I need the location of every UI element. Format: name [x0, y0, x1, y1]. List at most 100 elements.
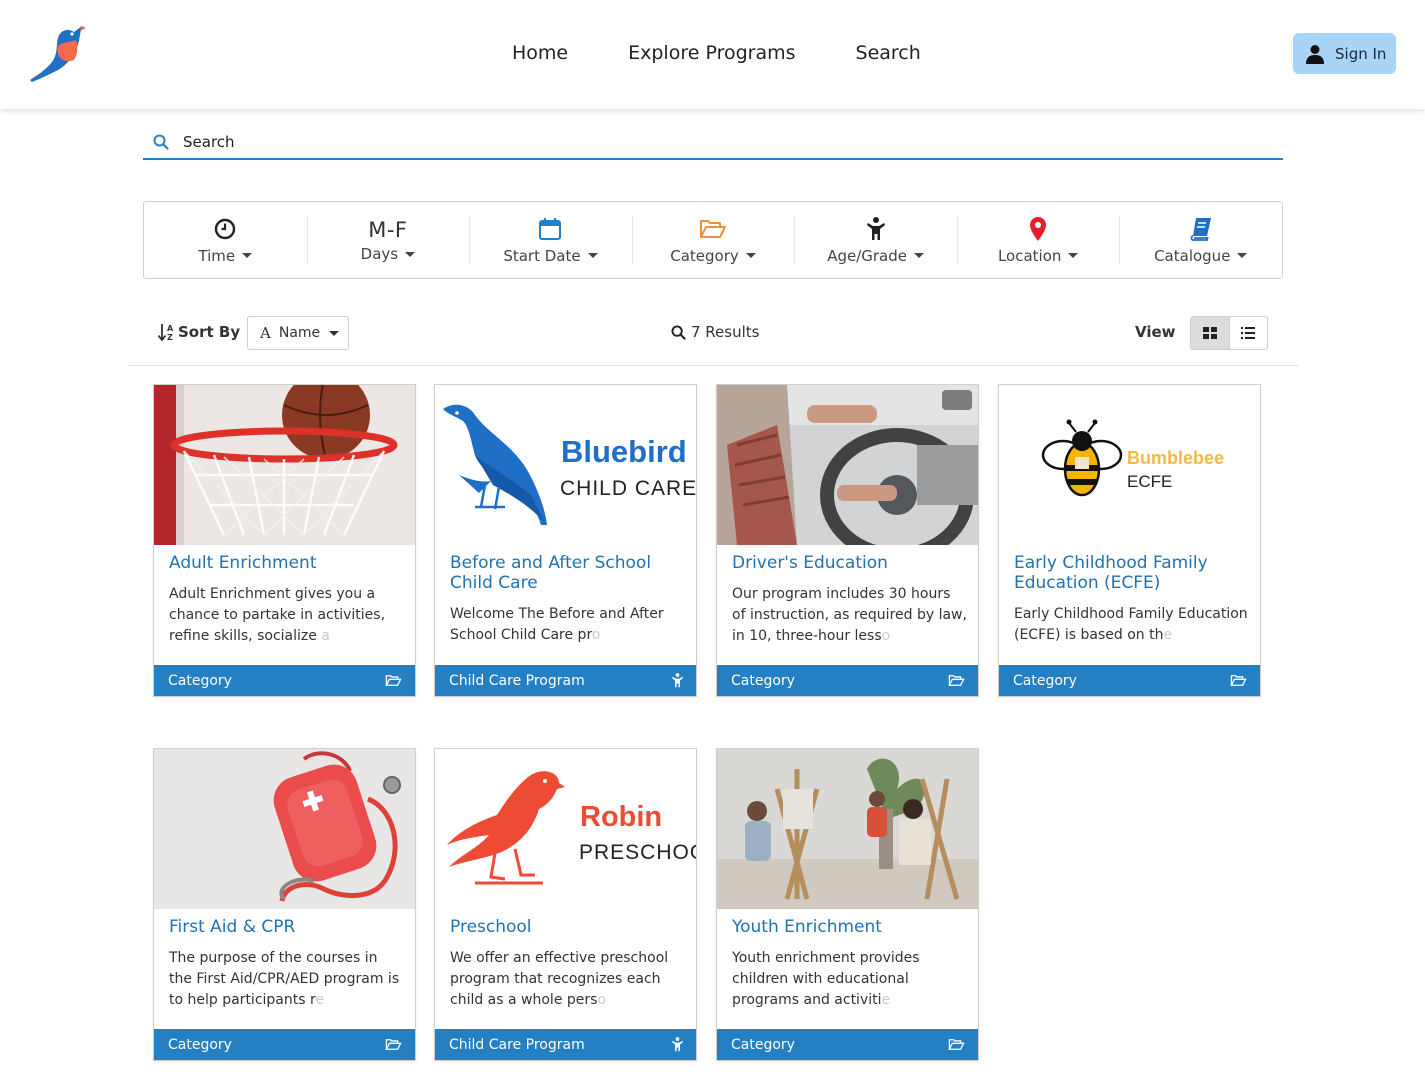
nav-search[interactable]: Search [856, 42, 921, 64]
basketball-hoop-image [154, 385, 415, 545]
program-card-first-aid-cpr[interactable]: First Aid & CPR The purpose of the cours… [153, 748, 416, 1061]
filter-start-date[interactable]: Start Date [469, 202, 632, 278]
card-title[interactable]: Driver's Education [732, 553, 967, 573]
filter-location-label: Location [997, 246, 1062, 265]
grid-view-button[interactable] [1191, 317, 1230, 349]
sort-alpha-icon: A Z [158, 324, 174, 341]
program-card-before-after-school[interactable]: Bluebird CHILD CARE Before and After Sch… [434, 384, 697, 697]
filter-days[interactable]: M-F Days [306, 202, 470, 278]
card-title[interactable]: Early Childhood Family Education (ECFE) [1014, 553, 1249, 593]
list-icon [1241, 327, 1256, 339]
card-footer[interactable]: Category [154, 1029, 415, 1060]
program-card-ecfe[interactable]: Bumblebee ECFE Early Childhood Family Ed… [998, 384, 1261, 697]
user-icon [1306, 44, 1324, 64]
main-nav: Home Explore Programs Search [512, 42, 981, 64]
logo-text-secondary: ECFE [1127, 472, 1172, 491]
card-description: We offer an effective preschool program … [450, 950, 669, 1008]
card-description: Our program includes 30 hours of instruc… [732, 586, 967, 644]
child-icon [866, 216, 885, 240]
folder-open-icon [948, 1039, 965, 1050]
days-icon-text: M-F [368, 218, 408, 242]
program-card-youth-enrichment[interactable]: Youth Enrichment Youth enrichment provid… [716, 748, 979, 1061]
logo-text-primary: Bumblebee [1127, 448, 1224, 468]
folder-open-icon [385, 1039, 402, 1050]
card-description: Adult Enrichment gives you a chance to p… [169, 586, 386, 644]
card-description: Welcome The Before and After School Chil… [450, 606, 664, 643]
robin-preschool-logo-image: Robin PRESCHOO [435, 749, 696, 909]
art-class-image [717, 749, 978, 909]
logo-text-secondary: CHILD CARE [560, 477, 696, 500]
card-footer[interactable]: Category [154, 665, 415, 696]
card-footer-label: Child Care Program [449, 1036, 585, 1053]
card-description: The purpose of the courses in the First … [169, 950, 400, 1008]
child-icon [672, 1037, 683, 1052]
filter-age-grade[interactable]: Age/Grade [794, 202, 957, 278]
card-footer-label: Category [168, 1036, 232, 1053]
calendar-icon [539, 217, 562, 240]
top-header: Home Explore Programs Search Sign In [0, 0, 1425, 109]
results-count-text: 7 Results [691, 323, 760, 341]
card-description: Early Childhood Family Education (ECFE) … [1014, 606, 1248, 643]
card-title[interactable]: Before and After School Child Care [450, 553, 685, 593]
filter-location[interactable]: Location [956, 202, 1120, 278]
card-footer-label: Child Care Program [449, 672, 585, 689]
sort-select[interactable]: A Name [247, 316, 349, 350]
driving-car-image [717, 385, 978, 545]
view-toggle [1190, 316, 1268, 350]
filter-category[interactable]: Category [631, 202, 795, 278]
font-icon: A [260, 324, 271, 342]
sort-select-value: Name [278, 325, 321, 341]
card-footer[interactable]: Child Care Program [435, 665, 696, 696]
logo-text-primary: Bluebird [561, 434, 687, 469]
view-label: View [1135, 323, 1176, 341]
bluebird-child-care-logo-image: Bluebird CHILD CARE [435, 385, 696, 545]
card-footer[interactable]: Category [717, 665, 978, 696]
card-title[interactable]: Youth Enrichment [732, 917, 967, 937]
map-pin-icon [1030, 216, 1047, 241]
search-icon [153, 134, 169, 150]
card-title[interactable]: First Aid & CPR [169, 917, 404, 937]
results-toolbar: A Z Sort By A Name 7 Results View [128, 313, 1298, 366]
card-footer-label: Category [731, 672, 795, 689]
folder-open-icon [385, 675, 402, 686]
filter-age-grade-label: Age/Grade [827, 246, 907, 265]
search-input[interactable] [183, 132, 1083, 151]
program-card-adult-enrichment[interactable]: Adult Enrichment Adult Enrichment gives … [153, 384, 416, 697]
card-title[interactable]: Adult Enrichment [169, 553, 404, 573]
folder-open-icon [948, 675, 965, 686]
card-footer-label: Category [168, 672, 232, 689]
child-icon [672, 673, 683, 688]
sort-by-label: A Z Sort By [158, 323, 240, 341]
program-card-preschool[interactable]: Robin PRESCHOO Preschool We offer an eff… [434, 748, 697, 1061]
bumblebee-ecfe-logo-image: Bumblebee ECFE [999, 385, 1260, 545]
search-bar [143, 125, 1283, 160]
sign-in-button[interactable]: Sign In [1293, 33, 1396, 74]
results-count: 7 Results [671, 323, 759, 341]
sort-by-text: Sort By [178, 323, 241, 341]
filter-catalogue[interactable]: Catalogue [1119, 202, 1282, 278]
card-footer-label: Category [1013, 672, 1077, 689]
card-footer[interactable]: Child Care Program [435, 1029, 696, 1060]
card-footer[interactable]: Category [999, 665, 1260, 696]
filter-time-label: Time [198, 246, 236, 265]
card-footer-label: Category [731, 1036, 795, 1053]
nav-home[interactable]: Home [512, 42, 568, 64]
nav-explore-programs[interactable]: Explore Programs [628, 42, 795, 64]
card-title[interactable]: Preschool [450, 917, 685, 937]
filter-time[interactable]: Time [144, 202, 307, 278]
list-view-button[interactable] [1230, 317, 1268, 349]
folder-open-icon [700, 219, 727, 238]
book-icon [1190, 217, 1211, 241]
sign-in-label: Sign In [1335, 44, 1387, 63]
filter-start-date-label: Start Date [503, 246, 581, 265]
program-card-drivers-education[interactable]: Driver's Education Our program includes … [716, 384, 979, 697]
card-footer[interactable]: Category [717, 1029, 978, 1060]
logo-text-secondary: PRESCHOO [579, 841, 696, 864]
bluebird-logo-icon[interactable] [28, 24, 86, 84]
logo-text-primary: Robin [580, 801, 662, 833]
svg-text:Z: Z [167, 333, 173, 341]
filter-catalogue-label: Catalogue [1154, 246, 1231, 265]
clock-icon [215, 218, 236, 239]
card-description: Youth enrichment provides children with … [732, 950, 920, 1008]
grid-icon [1202, 327, 1217, 339]
